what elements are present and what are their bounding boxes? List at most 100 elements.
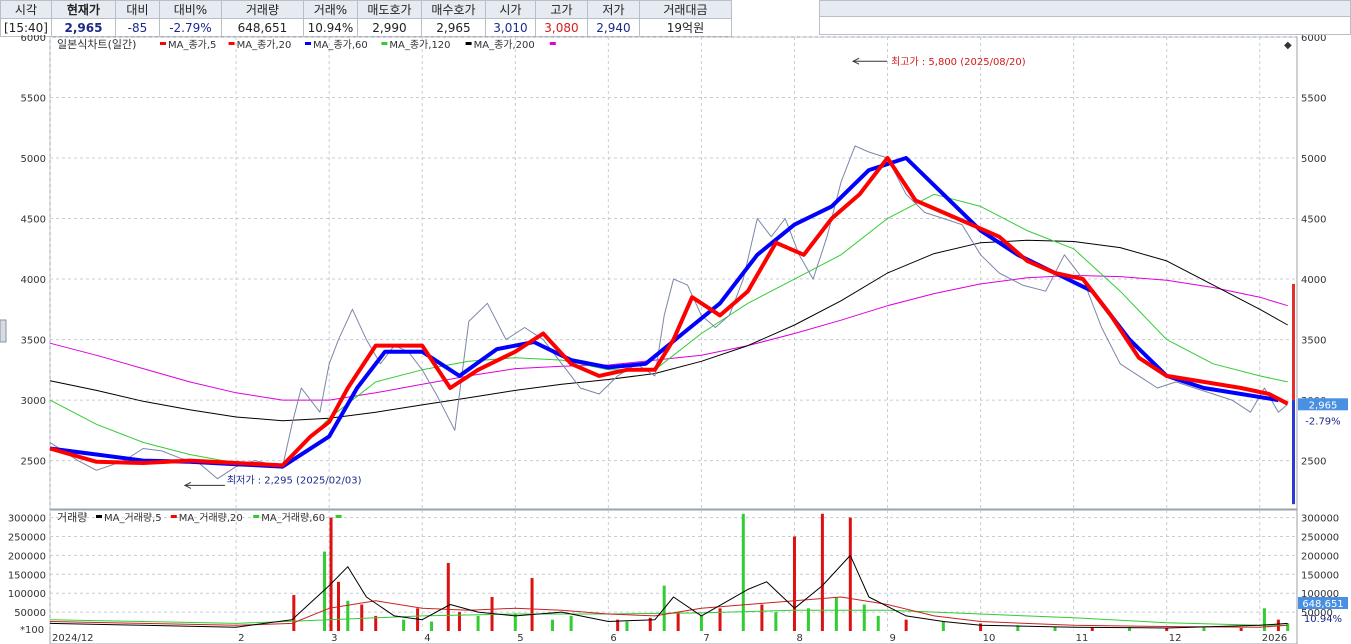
quote-header-change: 대비 (114, 0, 160, 19)
quote-header-bid: 매수호가 (420, 0, 486, 19)
volume-bar (760, 604, 764, 631)
volume-bar (476, 615, 480, 631)
price-tick-left: 3500 (21, 336, 46, 347)
quote-price: 2,965 (50, 18, 116, 37)
volume-bar (625, 621, 629, 631)
legend-item: MA_종가,5 (168, 39, 216, 51)
volume-tick-right: 150000 (1301, 570, 1339, 581)
legend-item: MA_종가,200 (474, 39, 535, 51)
range-bar-down (1292, 400, 1295, 505)
quote-header-volume: 거래량 (220, 0, 304, 19)
volume-bar (699, 615, 703, 631)
price-chart-title: 일본식차트(일간) (57, 37, 136, 51)
price-pane[interactable] (49, 36, 1298, 510)
quote-table: 시각 현재가 대비 대비% 거래량 거래% 매도호가 매수호가 시가 고가 저가… (0, 0, 732, 37)
volume-legend-item: MA_거래량,20 (179, 512, 243, 524)
quote-high: 3,080 (534, 18, 588, 37)
quote-header-row: 시각 현재가 대비 대비% 거래량 거래% 매도호가 매수호가 시가 고가 저가… (0, 0, 732, 19)
x-tick-label: 9 (890, 633, 896, 644)
x-tick-label: 4 (424, 633, 430, 644)
volume-axis-left: 300000 250000 200000 150000 100000 50000 (8, 514, 46, 620)
volume-bar (676, 612, 680, 631)
current-volume-label: 648,651 (1302, 599, 1343, 610)
current-price-label: 2,965 (1309, 400, 1338, 411)
volume-tick-left: 200000 (8, 551, 46, 562)
x-tick-label: 7 (703, 633, 709, 644)
price-tick-right: 4000 (1301, 275, 1326, 286)
price-tick-right: 4500 (1301, 215, 1326, 226)
price-tick-right: 5000 (1301, 154, 1326, 165)
x-tick-label: 8 (796, 633, 802, 644)
volume-legend-swatch (170, 515, 177, 518)
volume-tick-left: 150000 (8, 570, 46, 581)
volume-bar (1286, 623, 1290, 631)
quote-header-open: 시가 (484, 0, 536, 19)
volume-bar (834, 596, 838, 631)
volume-bar (329, 517, 333, 631)
legend-swatch (465, 42, 472, 45)
volume-bar (741, 513, 745, 631)
quote-volume: 648,651 (220, 18, 304, 37)
volume-bar (292, 595, 296, 631)
volume-tick-right: 300000 (1301, 514, 1339, 525)
x-tick-label: 10 (983, 633, 996, 644)
volume-legend-swatch (96, 515, 102, 518)
price-axis-left: 6000 5500 5000 4500 4000 3500 3000 2500 (21, 35, 46, 468)
range-bar-up (1292, 283, 1295, 401)
volume-pane[interactable] (49, 509, 1298, 644)
volume-tick-left: 300000 (8, 514, 46, 525)
volume-chart-title: 거래량 (57, 511, 87, 524)
current-change-label: -2.79% (1305, 416, 1340, 427)
panel-handle[interactable] (0, 319, 7, 343)
legend-swatch (160, 42, 166, 45)
price-tick-right: 2500 (1301, 457, 1326, 468)
quote-change: -85 (114, 18, 160, 37)
volume-bar (360, 604, 364, 631)
x-tick-label: 5 (517, 633, 523, 644)
quote-volume-pct: 10.94% (302, 18, 358, 37)
price-tick-left: 5000 (21, 154, 46, 165)
volume-bar (718, 608, 722, 631)
quote-header-change-pct: 대비% (158, 0, 222, 19)
quote-time: [15:40] (0, 18, 52, 37)
volume-bar (513, 613, 517, 631)
volume-bar (402, 619, 406, 631)
quote-header-low: 저가 (586, 0, 640, 19)
volume-tick-right: 250000 (1301, 532, 1339, 543)
volume-legend-item: MA_거래량,60 (261, 512, 325, 524)
volume-bar (774, 612, 778, 631)
x-tick-label: 2026 (1262, 633, 1287, 644)
price-tick-right: 5500 (1301, 94, 1326, 105)
current-ratio-label: 10.94% (1304, 614, 1342, 625)
x-tick-label: 12 (1169, 633, 1182, 644)
volume-tick-left: 50000 (14, 608, 46, 619)
low-label: 최저가 : 2,295 (2025/02/03) (227, 474, 362, 486)
quote-turnover: 19억원 (638, 18, 732, 37)
quote-header-filler (819, 0, 1351, 17)
volume-bar (430, 621, 434, 631)
volume-legend: MA_거래량,5 MA_거래량,20 MA_거래량,60 (96, 512, 342, 524)
volume-tick-left: 100000 (8, 589, 46, 600)
volume-unit-label: *100 (20, 625, 44, 636)
stock-chart[interactable]: 60005500500045004000350030002500 6000550… (0, 35, 1351, 644)
legend-item: MA_종가,120 (389, 39, 450, 51)
volume-bar (1262, 608, 1266, 631)
price-tick-left: 5500 (21, 94, 46, 105)
volume-bar (979, 623, 983, 631)
volume-legend-swatch (253, 515, 260, 518)
price-tick-left: 2500 (21, 457, 46, 468)
volume-bar (862, 604, 866, 631)
high-label: 최고가 : 5,800 (2025/08/20) (891, 56, 1026, 68)
volume-bar (551, 619, 555, 631)
x-tick-label: 6 (610, 633, 616, 644)
quote-header-high: 고가 (534, 0, 588, 19)
collapse-arrows-icon[interactable]: ◆ (1284, 40, 1292, 51)
volume-bar (820, 513, 824, 631)
volume-bar (848, 517, 852, 631)
price-tick-right: 6000 (1301, 35, 1326, 44)
x-tick-label: 2 (238, 633, 244, 644)
volume-bar (530, 578, 534, 631)
price-tick-left: 4000 (21, 275, 46, 286)
x-tick-label: 2024/12 (52, 633, 94, 644)
legend-swatch (305, 42, 311, 45)
